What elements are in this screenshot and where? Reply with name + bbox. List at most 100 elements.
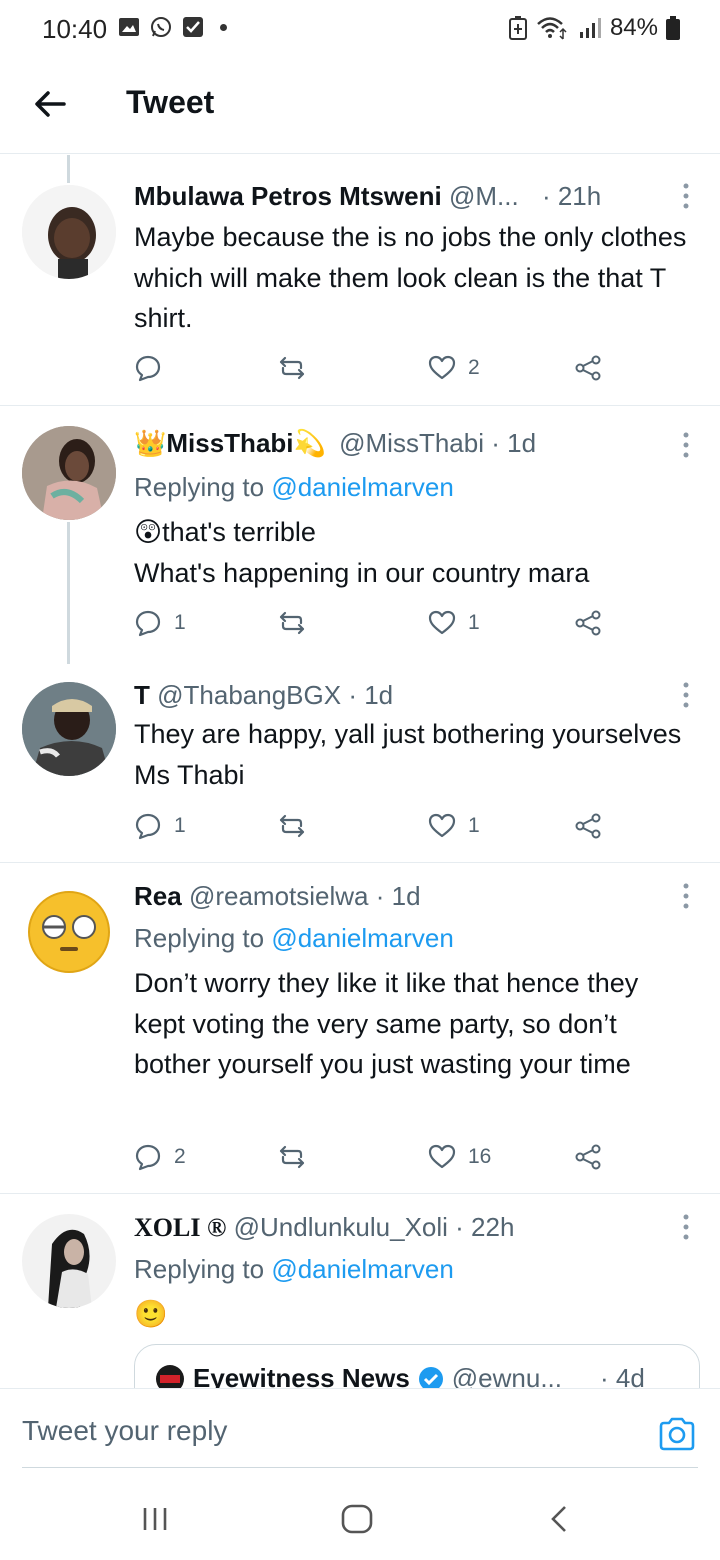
more-options-icon[interactable]: [682, 881, 690, 911]
like-count: 1: [468, 814, 480, 837]
battery-percent: 84%: [609, 14, 658, 41]
retweet-button[interactable]: [278, 354, 306, 382]
replying-prefix: Replying to: [134, 1254, 265, 1284]
recent-apps-icon[interactable]: [140, 1504, 170, 1534]
mention-link[interactable]: @danielmarven: [271, 472, 453, 502]
like-button[interactable]: 1: [428, 609, 480, 637]
thread-line: [67, 155, 70, 183]
display-name[interactable]: Rea: [134, 881, 182, 911]
avatar[interactable]: [22, 185, 116, 279]
reply-underline: [22, 1467, 698, 1468]
retweet-button[interactable]: [278, 812, 306, 840]
reply-count: 1: [174, 814, 186, 837]
reply-composer: Tweet your reply: [0, 1388, 720, 1480]
tweet-text: Maybe because the is no jobs the only cl…: [134, 222, 687, 333]
timestamp[interactable]: · 22h: [455, 1212, 514, 1242]
timestamp[interactable]: · 1d: [348, 680, 393, 710]
replying-prefix: Replying to: [134, 472, 265, 502]
more-options-icon[interactable]: [682, 680, 690, 710]
tweet-header: Rea @reamotsielwa · 1d: [134, 881, 421, 912]
tweet-text: 🙂: [134, 1294, 694, 1335]
more-options-icon[interactable]: [682, 181, 690, 211]
retweet-button[interactable]: [278, 1143, 306, 1171]
tweet-text: 😲that's terrible What's happening in our…: [134, 512, 694, 593]
back-arrow-icon[interactable]: [30, 84, 70, 124]
battery-icon: [666, 16, 680, 40]
gallery-icon: [119, 18, 139, 36]
whatsapp-icon: [151, 17, 171, 37]
more-options-icon[interactable]: [682, 1212, 690, 1242]
home-icon[interactable]: [340, 1504, 374, 1534]
display-name[interactable]: MissThabi: [166, 428, 293, 458]
reply-button[interactable]: 2: [134, 1143, 186, 1171]
reply-button[interactable]: 1: [134, 609, 186, 637]
reply-icon: [135, 355, 161, 382]
heart-icon: [428, 355, 456, 380]
display-name[interactable]: T: [134, 680, 150, 710]
tweet-actions: 1 1: [134, 812, 614, 844]
tweet-card[interactable]: XOLI ® @Undlunkulu_Xoli · 22h Replying t…: [0, 1194, 720, 1388]
avatar[interactable]: [22, 682, 116, 776]
tweet-card[interactable]: Rea @reamotsielwa · 1d Replying to @dani…: [0, 863, 720, 1194]
camera-icon[interactable]: [658, 1415, 696, 1453]
tweet-card[interactable]: T @ThabangBGX · 1d They are happy, yall …: [0, 660, 720, 863]
retweet-icon: [279, 814, 305, 838]
like-button[interactable]: 1: [428, 812, 480, 840]
ewn-logo-icon: [156, 1364, 184, 1388]
tweet-text: They are happy, yall just bothering your…: [134, 719, 682, 790]
quoted-timestamp[interactable]: · 4d: [600, 1363, 645, 1388]
handle[interactable]: @reamotsielwa: [189, 881, 369, 911]
system-nav-bar: [0, 1480, 720, 1560]
replying-to: Replying to @danielmarven: [134, 472, 454, 503]
tweet-actions: 2: [134, 354, 614, 386]
avatar[interactable]: [22, 1214, 116, 1308]
display-name[interactable]: XOLI ®: [134, 1213, 226, 1242]
like-button[interactable]: 2: [428, 354, 480, 382]
share-button[interactable]: [574, 1143, 602, 1171]
like-button[interactable]: 16: [428, 1143, 491, 1171]
tweet-header: Mbulawa Petros Mtsweni @M... · 21h: [134, 181, 601, 212]
timestamp[interactable]: · 1d: [491, 428, 536, 458]
retweet-icon: [279, 356, 305, 380]
share-button[interactable]: [574, 354, 602, 382]
share-icon: [575, 1144, 601, 1170]
heart-icon: [428, 610, 456, 635]
mention-link[interactable]: @danielmarven: [271, 1254, 453, 1284]
back-nav-icon[interactable]: [546, 1504, 572, 1534]
reply-icon: [135, 813, 161, 840]
replying-to: Replying to @danielmarven: [134, 923, 454, 954]
tweet-card[interactable]: Mbulawa Petros Mtsweni @M... · 21h Maybe…: [0, 155, 720, 406]
quoted-tweet[interactable]: Eyewitness News @ewnu... · 4d: [134, 1344, 700, 1388]
tweet-actions: 2 16: [134, 1143, 614, 1175]
crown-emoji: 👑: [134, 428, 167, 458]
reply-button[interactable]: [134, 354, 174, 382]
smile-emoji: 🙂: [134, 1299, 168, 1329]
handle[interactable]: @M...: [449, 181, 519, 211]
mention-link[interactable]: @danielmarven: [271, 923, 453, 953]
more-notifications-dot: [220, 23, 227, 31]
share-icon: [575, 610, 601, 636]
heart-icon: [428, 813, 456, 838]
quoted-display-name[interactable]: Eyewitness News: [193, 1363, 410, 1388]
timestamp[interactable]: · 1d: [376, 881, 421, 911]
tweet-header: 👑MissThabi💫 @MissThabi · 1d: [134, 428, 536, 459]
more-options-icon[interactable]: [682, 430, 690, 460]
handle[interactable]: @MissThabi: [339, 428, 484, 458]
tweet-card[interactable]: 👑MissThabi💫 @MissThabi · 1d Replying to …: [0, 406, 720, 664]
avatar[interactable]: [22, 885, 116, 979]
checkbox-icon: [183, 17, 203, 37]
wifi-icon: [537, 17, 567, 40]
quoted-handle[interactable]: @ewnu...: [452, 1363, 562, 1388]
share-button[interactable]: [574, 609, 602, 637]
heart-icon: [428, 1144, 456, 1169]
timestamp[interactable]: · 21h: [542, 181, 601, 211]
retweet-button[interactable]: [278, 609, 306, 637]
reply-button[interactable]: 1: [134, 812, 186, 840]
handle[interactable]: @ThabangBGX: [157, 680, 341, 710]
tweet-actions: 1 1: [134, 609, 614, 641]
share-button[interactable]: [574, 812, 602, 840]
display-name[interactable]: Mbulawa Petros Mtsweni: [134, 181, 442, 211]
reply-input[interactable]: Tweet your reply: [22, 1415, 227, 1447]
handle[interactable]: @Undlunkulu_Xoli: [234, 1212, 448, 1242]
avatar[interactable]: [22, 426, 116, 520]
